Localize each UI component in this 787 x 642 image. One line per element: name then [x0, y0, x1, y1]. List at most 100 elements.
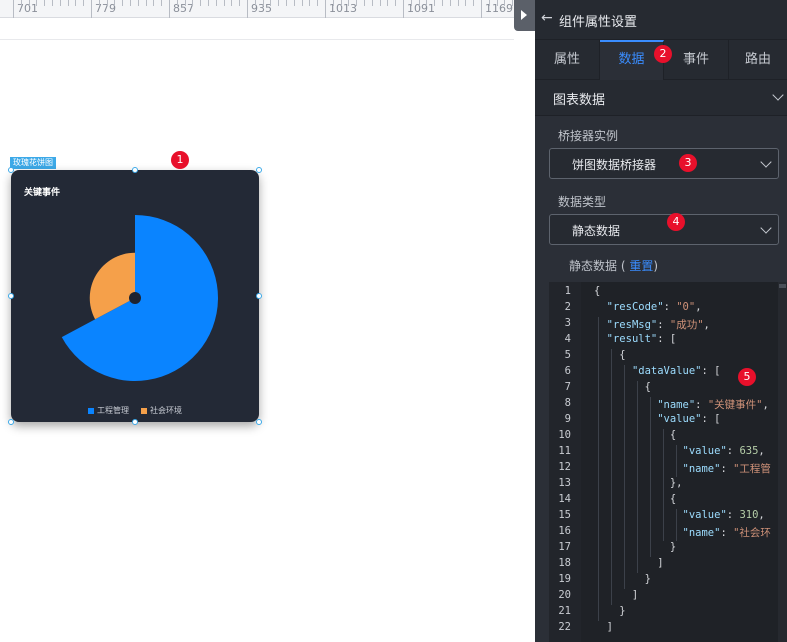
legend-swatch [141, 407, 147, 414]
line-number: 10 [558, 429, 571, 441]
ruler-tick [465, 0, 467, 6]
ruler-tick [449, 0, 451, 6]
ruler-tick [426, 0, 428, 6]
tab-properties[interactable]: 属性 [535, 40, 600, 80]
canvas-top-bar [0, 19, 514, 40]
reset-link[interactable]: 重置 [629, 259, 653, 273]
ruler-tick [215, 0, 217, 6]
code-line: "dataValue": [ [631, 365, 721, 377]
code-line: ] [594, 589, 639, 601]
ruler-tick [356, 0, 358, 6]
ruler-tick [75, 0, 77, 6]
ruler-tick [293, 0, 295, 6]
line-number: 12 [558, 461, 571, 473]
legend-item[interactable]: 社会环境 [141, 405, 182, 416]
ruler-tick [309, 0, 311, 6]
ruler-tick [317, 0, 319, 6]
line-number: 20 [558, 589, 571, 601]
bridge-select-value: 饼图数据桥接器 [572, 158, 657, 172]
line-number: 15 [558, 509, 571, 521]
app-root: 701779857935101310911169124713251403 玫瑰花… [0, 0, 787, 642]
code-line: ] [594, 621, 613, 633]
ruler-tick [371, 0, 373, 6]
code-line: }, [594, 477, 683, 489]
code-line: "result": [ [606, 333, 677, 345]
resize-handle-ne[interactable] [256, 167, 262, 173]
editor-scrollbar[interactable] [778, 282, 787, 642]
ruler-tick [278, 0, 280, 6]
resize-handle-se[interactable] [256, 419, 262, 425]
bridge-select[interactable]: 饼图数据桥接器 [549, 148, 779, 179]
tab-data[interactable]: 数据 [600, 40, 664, 80]
ruler-tick [481, 0, 482, 18]
line-number: 9 [564, 413, 571, 425]
ruler-tick [67, 0, 69, 6]
ruler-tick [137, 0, 139, 6]
tab-events[interactable]: 事件 [664, 40, 729, 80]
ruler-tick [488, 0, 490, 6]
ruler-tick [169, 0, 170, 18]
panel-header: ← 组件属性设置 [535, 0, 787, 40]
ruler-tick [270, 0, 272, 6]
back-arrow-icon[interactable]: ← [541, 11, 555, 25]
line-number: 8 [564, 397, 571, 409]
ruler-tick [301, 0, 303, 6]
resize-handle-sw[interactable] [8, 419, 14, 425]
resize-handle-n[interactable] [132, 167, 138, 173]
ruler-tick [348, 0, 350, 6]
data-type-select[interactable]: 静态数据 [549, 214, 779, 245]
ruler-tick [161, 0, 163, 6]
code-line: { [594, 381, 651, 393]
ruler-tick [28, 0, 30, 6]
resize-handle-nw[interactable] [8, 167, 14, 173]
ruler-tick [262, 0, 264, 6]
bridge-label: 桥接器实例 [558, 129, 619, 143]
resize-handle-w[interactable] [8, 293, 14, 299]
line-number: 22 [558, 621, 571, 633]
code-line: "resCode": "0", [606, 301, 702, 313]
ruler-tick [286, 0, 287, 6]
ruler-tick [364, 0, 365, 6]
line-number: 18 [558, 557, 571, 569]
chart-data-section-header[interactable]: 图表数据 [535, 80, 787, 116]
annotation-badge-1: 1 [171, 151, 189, 169]
json-code-editor[interactable]: 1 2 3 4 5 6 7 8 9 10 11 12 13 14 15 16 17 18 19 20 21 22{ "re… [549, 282, 787, 642]
tab-routing[interactable]: 路由 [729, 40, 787, 80]
line-number: 19 [558, 573, 571, 585]
ruler-tick [504, 0, 506, 6]
editor-scroll-thumb[interactable] [779, 284, 786, 288]
rose-pie-chart-component[interactable]: 关键事件 工程管理 社会环境 [11, 170, 259, 422]
ruler-tick [387, 0, 389, 6]
code-line: } [594, 541, 677, 553]
ruler-tick [13, 0, 14, 18]
code-line: } [594, 605, 626, 617]
ruler-tick [145, 0, 147, 6]
chevron-down-icon [760, 222, 772, 234]
code-line: "name": "工程管 [682, 463, 771, 475]
ruler-tick [192, 0, 194, 6]
resize-handle-s[interactable] [132, 419, 138, 425]
legend-label: 社会环境 [150, 406, 182, 415]
ruler-tick [473, 0, 475, 6]
resize-handle-e[interactable] [256, 293, 262, 299]
pie-center-hole [129, 292, 141, 304]
ruler-tick [122, 0, 124, 6]
ruler-tick [130, 0, 131, 6]
ruler-tick [20, 0, 22, 6]
ruler-tick [434, 0, 436, 6]
collapse-panel-button[interactable] [514, 0, 535, 31]
line-number: 21 [558, 605, 571, 617]
ruler-tick [410, 0, 412, 6]
annotation-badge-3: 3 [679, 154, 697, 172]
chevron-down-icon [760, 156, 772, 168]
ruler-tick [379, 0, 381, 6]
legend-item[interactable]: 工程管理 [88, 405, 129, 416]
ruler-tick [332, 0, 334, 6]
ruler-tick [208, 0, 209, 6]
ruler-tick [247, 0, 248, 18]
ruler-tick [442, 0, 443, 6]
ruler-tick [223, 0, 225, 6]
ruler-tick [496, 0, 498, 6]
caret-right-icon [521, 10, 527, 20]
ruler-tick [395, 0, 397, 6]
